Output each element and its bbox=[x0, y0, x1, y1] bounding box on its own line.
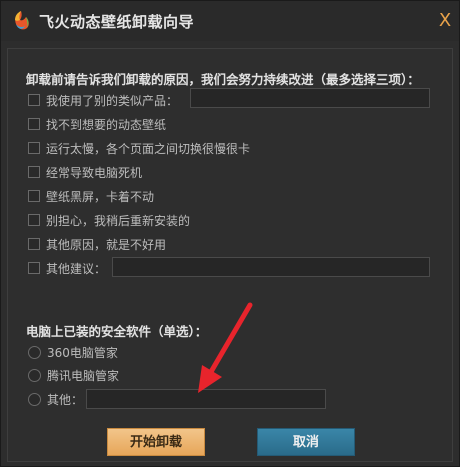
security-option-tencent[interactable]: 腾讯电脑管家 bbox=[28, 366, 119, 384]
close-icon[interactable]: X bbox=[435, 11, 455, 31]
reason-option-slow[interactable]: 运行太慢，各个页面之间切换很慢很卡 bbox=[28, 139, 250, 157]
checkbox[interactable] bbox=[28, 190, 40, 202]
checkbox[interactable] bbox=[28, 262, 40, 274]
reason-label: 找不到想要的动态壁纸 bbox=[46, 117, 167, 132]
reason-label: 别担心，我稍后重新安装的 bbox=[46, 213, 191, 228]
reason-label: 经常导致电脑死机 bbox=[46, 165, 143, 180]
reason-label: 其他建议： bbox=[46, 261, 107, 276]
start-uninstall-button[interactable]: 开始卸载 bbox=[107, 428, 205, 456]
title-bar[interactable]: 飞火动态壁纸卸载向导 X bbox=[1, 1, 459, 41]
form-panel: 卸载前请告诉我们卸载的原因，我们会努力持续改进（最多选择三项）： 我使用了别的类… bbox=[7, 48, 453, 462]
reason-option-not-good[interactable]: 其他原因，就是不好用 bbox=[28, 235, 166, 253]
reason-label: 我使用了别的类似产品： bbox=[46, 93, 179, 108]
reason-option-crash[interactable]: 经常导致电脑死机 bbox=[28, 163, 142, 181]
security-label: 360电脑管家 bbox=[47, 345, 118, 360]
checkbox[interactable] bbox=[28, 214, 40, 226]
app-logo-icon bbox=[15, 11, 29, 30]
reason-option-black-screen[interactable]: 壁纸黑屏，卡着不动 bbox=[28, 187, 154, 205]
radio[interactable] bbox=[28, 368, 41, 382]
similar-product-input[interactable] bbox=[190, 88, 430, 108]
reason-option-reinstall[interactable]: 别担心，我稍后重新安装的 bbox=[28, 211, 190, 229]
checkbox[interactable] bbox=[28, 118, 40, 130]
reasons-heading: 卸载前请告诉我们卸载的原因，我们会努力持续改进（最多选择三项）： bbox=[26, 72, 420, 87]
cancel-button[interactable]: 取消 bbox=[257, 428, 355, 456]
reason-label: 壁纸黑屏，卡着不动 bbox=[46, 189, 155, 204]
reason-option-suggestion[interactable]: 其他建议： bbox=[28, 259, 106, 277]
security-label: 其他： bbox=[47, 392, 84, 407]
reason-label: 运行太慢，各个页面之间切换很慢很卡 bbox=[46, 141, 251, 156]
radio[interactable] bbox=[28, 392, 41, 406]
checkbox[interactable] bbox=[28, 142, 40, 154]
window-title: 飞火动态壁纸卸载向导 bbox=[39, 13, 195, 31]
checkbox[interactable] bbox=[28, 238, 40, 250]
reason-option-no-wallpaper[interactable]: 找不到想要的动态壁纸 bbox=[28, 115, 166, 133]
checkbox[interactable] bbox=[28, 166, 40, 178]
security-label: 腾讯电脑管家 bbox=[47, 368, 120, 383]
reason-option-similar-product[interactable]: 我使用了别的类似产品： bbox=[28, 91, 178, 109]
security-option-other[interactable]: 其他： bbox=[28, 390, 83, 408]
security-heading: 电脑上已装的安全软件（单选）： bbox=[26, 324, 208, 339]
suggestion-input[interactable] bbox=[112, 257, 430, 277]
reason-label: 其他原因，就是不好用 bbox=[46, 237, 167, 252]
uninstall-wizard-window: 飞火动态壁纸卸载向导 X 卸载前请告诉我们卸载的原因，我们会努力持续改进（最多选… bbox=[0, 0, 460, 467]
radio[interactable] bbox=[28, 345, 41, 359]
security-option-360[interactable]: 360电脑管家 bbox=[28, 343, 118, 361]
security-other-input[interactable] bbox=[86, 389, 326, 409]
checkbox[interactable] bbox=[28, 94, 40, 106]
